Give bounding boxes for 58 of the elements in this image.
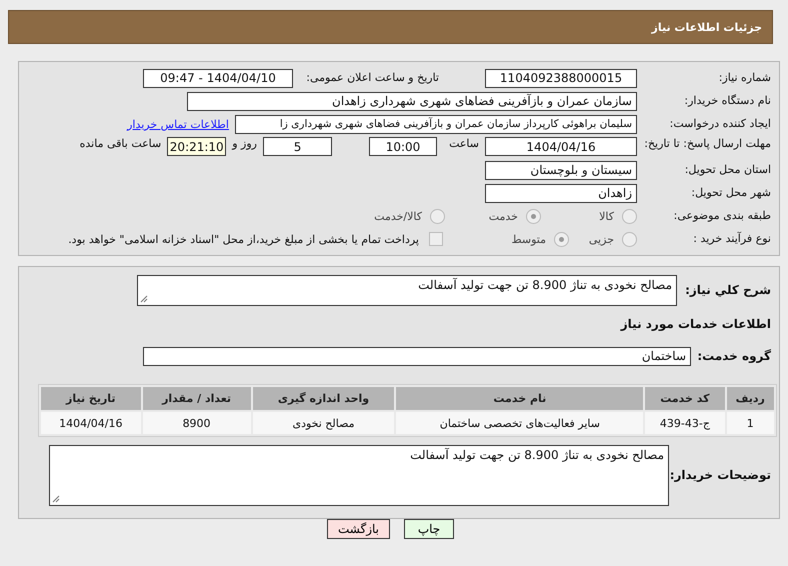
column-header: نام خدمت (396, 387, 644, 410)
option-label: متوسط (511, 232, 546, 246)
table-cell: 1404/04/16 (41, 412, 141, 434)
announce-date-field: 1404/04/10 - 09:47 (143, 68, 293, 88)
radio-button[interactable] (430, 208, 445, 224)
field-label: استان محل تحویل: (684, 163, 771, 177)
contact-link[interactable]: اطلاعات تماس خریدار (127, 118, 229, 130)
field-label: گروه خدمت: (697, 348, 771, 364)
resize-grip-icon (52, 495, 60, 503)
deadline-time-field: 10:00 (369, 137, 437, 156)
checkbox[interactable] (429, 232, 443, 246)
days-field: 5 (263, 137, 332, 156)
column-header: تاریخ نیاز (41, 387, 141, 410)
table-cell: 1 (726, 412, 774, 434)
column-header: واحد اندازه گیری (252, 387, 394, 410)
section-heading: اطلاعات خدمات مورد نیاز (620, 317, 771, 331)
service-group-field: ساختمان (143, 346, 691, 366)
print-button[interactable]: چاپ (404, 519, 454, 539)
option-label: خدمت (488, 210, 518, 222)
field-label: مهلت ارسال پاسخ: تا تاریخ: (643, 137, 771, 150)
requester-field: سلیمان براهوئی کارپرداز سازمان عمران و بازآفرینی فضاهای شهری شهرداری زا (235, 114, 637, 134)
radio-button[interactable] (526, 208, 541, 224)
option-label: کالا/خدمت (374, 210, 422, 222)
radio-button[interactable] (622, 208, 637, 224)
column-header: ردیف (726, 387, 774, 410)
page-title: جزئیات اطلاعات نیاز (652, 20, 762, 34)
field-label: شماره نیاز: (718, 71, 771, 85)
need-number-field: 1104092388000015 (485, 68, 637, 88)
radio-button[interactable] (622, 232, 637, 246)
field-label: شهر محل تحویل: (690, 186, 771, 200)
field-label: نوع فرآیند خرید : (692, 232, 771, 246)
column-header: کد خدمت (645, 387, 724, 410)
radio-button[interactable] (554, 232, 569, 246)
city-field: زاهدان (485, 184, 637, 202)
column-header: تعداد / مقدار (142, 387, 251, 410)
buyer-notes-field: مصالح نخودی به تناژ 8.900 تن جهت تولید آسفالت (49, 445, 669, 506)
table-cell: مصالح نخودی (252, 412, 394, 434)
option-label: جزیی (588, 232, 614, 246)
table-cell: ج-43-439 (645, 412, 724, 434)
field-label: نام دستگاه خریدار: (683, 94, 771, 108)
resize-grip-icon (140, 295, 148, 303)
back-button[interactable]: بازگشت (327, 519, 390, 539)
field-label: ساعت باقی مانده (80, 137, 162, 150)
table-cell: 8900 (142, 412, 251, 434)
option-label: کالا (599, 210, 614, 222)
field-label: ایجاد کننده درخواست: (668, 117, 771, 131)
field-label: طبقه بندی موضوعی: (672, 209, 771, 223)
field-label: ساعت (448, 137, 479, 150)
deadline-date-field: 1404/04/16 (485, 137, 637, 156)
remaining-time-field: 20:21:10 (167, 137, 226, 156)
province-field: سیستان و بلوچستان (485, 160, 637, 180)
buyer-org-field: سازمان عمران و بازآفرینی فضاهای شهری شهرداری زاهدان (187, 92, 637, 110)
table-cell: سایر فعالیت‌های تخصصی ساختمان (396, 412, 644, 434)
field-label: شرح کلي نیاز: (684, 282, 771, 298)
checkbox-label: پرداخت تمام یا بخشی از مبلغ خرید،از محل "اسناد خزانه اسلامی" خواهد بود. (68, 232, 419, 246)
field-label: تاریخ و ساعت اعلان عمومی: (305, 71, 440, 85)
field-label: روز و (232, 137, 257, 150)
description-field: مصالح نخودی به تناژ 8.900 تن جهت تولید آسفالت (137, 275, 677, 306)
